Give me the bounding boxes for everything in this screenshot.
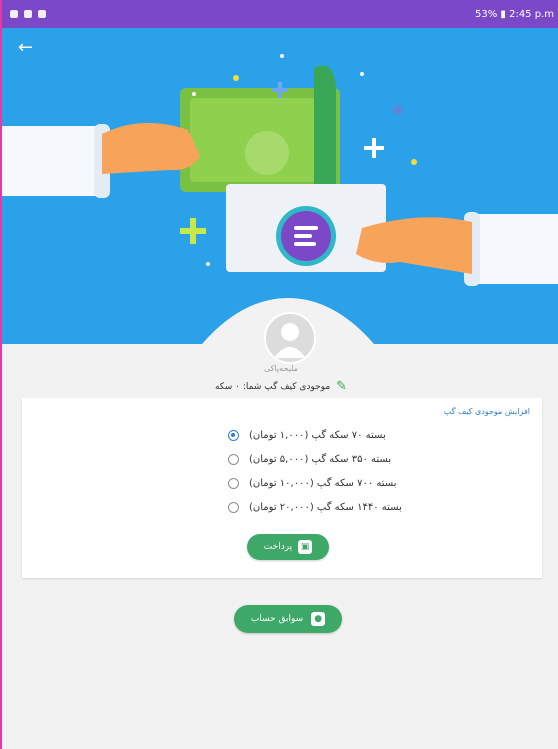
- package-options: بسته ۷۰ سکه گپ (۱,۰۰۰ تومان) بسته ۳۵۰ سک…: [228, 426, 528, 516]
- chat-icon: ●: [311, 612, 326, 626]
- pay-label: پرداخت: [263, 542, 293, 552]
- avatar: [264, 312, 316, 364]
- app-frame: 53% ▮ 2:45 p.m: [0, 0, 558, 749]
- back-arrow-icon[interactable]: ←: [18, 38, 38, 58]
- wallet-balance: موجودی کیف گپ شما: ۰ سکه ✎: [2, 379, 558, 394]
- status-bar: 53% ▮ 2:45 p.m: [2, 0, 558, 28]
- wallet-icon: ▣: [298, 540, 313, 554]
- username: ملیحه‌پاکی: [264, 364, 298, 373]
- status-icons-left: [10, 10, 46, 18]
- account-history-button[interactable]: سوابق حساب ●: [234, 605, 342, 633]
- package-label: بسته ۱۴۴۰ سکه گپ (۲۰,۰۰۰ تومان): [249, 501, 402, 513]
- notification-icon: [10, 10, 18, 18]
- radio-button[interactable]: [228, 429, 239, 441]
- radio-button[interactable]: [228, 453, 239, 465]
- package-option[interactable]: بسته ۷۰ سکه گپ (۱,۰۰۰ تومان): [228, 426, 528, 444]
- package-label: بسته ۷۰ سکه گپ (۱,۰۰۰ تومان): [249, 429, 386, 441]
- money-exchange-illustration: [2, 54, 558, 344]
- pencil-icon: ✎: [336, 379, 348, 394]
- radio-button[interactable]: [228, 477, 239, 489]
- topup-card: افزایش موجودی کیف گپ بسته ۷۰ سکه گپ (۱,۰…: [22, 398, 542, 578]
- package-option[interactable]: بسته ۷۰۰ سکه گپ (۱۰,۰۰۰ تومان): [228, 474, 528, 492]
- history-label: سوابق حساب: [250, 614, 304, 624]
- status-text: 53% ▮ 2:45 p.m: [475, 8, 554, 20]
- status-icons-right: 53% ▮ 2:45 p.m: [475, 9, 554, 20]
- package-label: بسته ۷۰۰ سکه گپ (۱۰,۰۰۰ تومان): [249, 477, 397, 489]
- hero-banner: ←: [2, 28, 558, 344]
- card-title: افزایش موجودی کیف گپ: [443, 407, 530, 416]
- pay-button[interactable]: پرداخت ▣: [247, 534, 329, 560]
- notification-icon: [24, 10, 32, 18]
- package-option[interactable]: بسته ۳۵۰ سکه گپ (۵,۰۰۰ تومان): [228, 450, 528, 468]
- wallet-balance-text: موجودی کیف گپ شما: ۰ سکه: [214, 381, 331, 392]
- package-label: بسته ۳۵۰ سکه گپ (۵,۰۰۰ تومان): [249, 453, 392, 465]
- package-option[interactable]: بسته ۱۴۴۰ سکه گپ (۲۰,۰۰۰ تومان): [228, 498, 528, 516]
- user-icon: [274, 323, 306, 358]
- radio-button[interactable]: [228, 501, 239, 513]
- notification-icon: [38, 10, 46, 18]
